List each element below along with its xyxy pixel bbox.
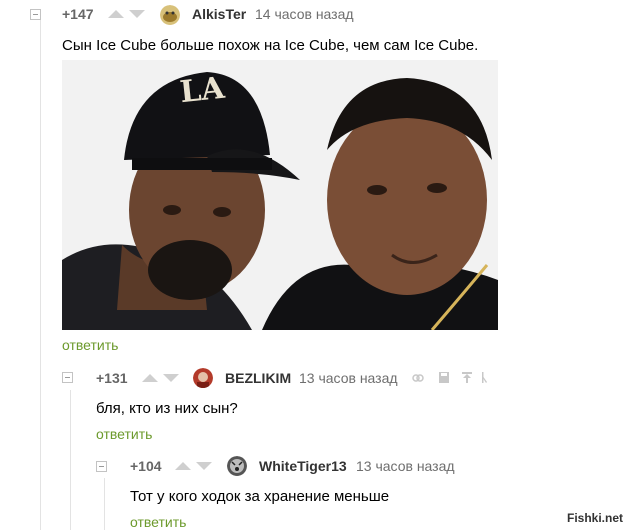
avatar[interactable] — [227, 456, 247, 476]
comment-rating: +131 — [96, 370, 128, 386]
upvote-icon[interactable] — [108, 10, 124, 18]
photo-illustration — [62, 60, 498, 330]
collapse-button[interactable] — [30, 9, 41, 20]
cap-logo: LA — [178, 70, 227, 111]
comment-image[interactable]: LA — [62, 60, 498, 330]
avatar-image — [160, 5, 180, 25]
upvote-icon[interactable] — [175, 462, 191, 470]
upvote-icon[interactable] — [142, 374, 158, 382]
collapse-button[interactable] — [62, 372, 73, 383]
share-up-icon[interactable] — [462, 372, 472, 386]
thread-line — [104, 478, 105, 530]
thread-line — [70, 390, 71, 530]
reply-link[interactable]: ответить — [62, 337, 118, 353]
thread-line — [40, 20, 41, 530]
downvote-icon[interactable] — [129, 10, 145, 18]
reply-link[interactable]: ответить — [96, 426, 152, 442]
comment-username[interactable]: BEZLIKIM — [225, 370, 291, 386]
link-icon[interactable] — [412, 373, 424, 386]
avatar-image — [193, 368, 213, 388]
comment-text: бля, кто из них сын? — [96, 400, 238, 417]
collapse-button[interactable] — [96, 461, 107, 472]
reply-link[interactable]: ответить — [130, 514, 186, 530]
comment-rating: +104 — [130, 458, 162, 474]
downvote-icon[interactable] — [163, 374, 179, 382]
comment-username[interactable]: AlkisTer — [192, 6, 246, 22]
comment-text: Тот у кого ходок за хранение меньше — [130, 488, 390, 505]
comment-rating: +147 — [62, 6, 94, 22]
avatar[interactable] — [160, 5, 180, 25]
more-icon[interactable] — [482, 372, 488, 386]
avatar[interactable] — [193, 368, 213, 388]
comment-text: Сын Ice Cube больше похож на Ice Cube, ч… — [62, 37, 479, 54]
comment-username[interactable]: WhiteTiger13 — [259, 458, 347, 474]
comment-time: 14 часов назад — [255, 6, 354, 22]
comment-time: 13 часов назад — [299, 370, 398, 386]
avatar-image — [227, 456, 247, 476]
comment-time: 13 часов назад — [356, 458, 455, 474]
watermark: Fishki.net — [564, 510, 625, 526]
downvote-icon[interactable] — [196, 462, 212, 470]
save-icon[interactable] — [439, 372, 449, 386]
